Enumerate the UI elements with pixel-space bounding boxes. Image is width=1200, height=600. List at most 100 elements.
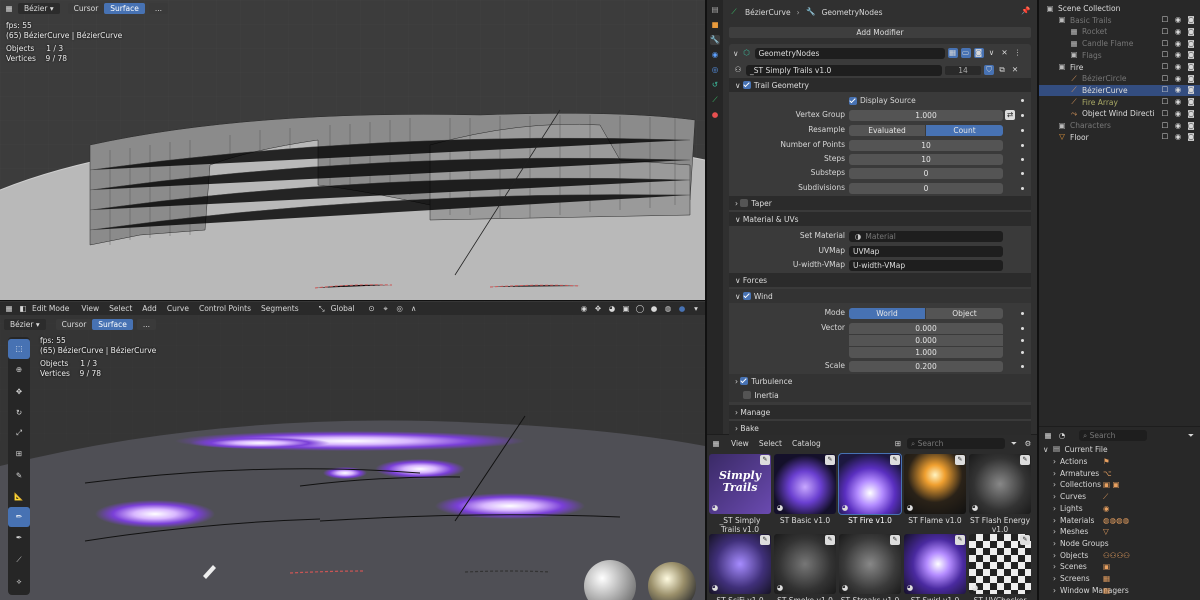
asset-tile-st-flash-energy[interactable]: ✎ ◕ ST Flash Energy v1.0 [969,454,1031,534]
outliner-row-object-floor[interactable]: ▽ Floor ☐ ◉ ◙ [1039,132,1200,143]
falloff-icon[interactable]: ∧ [409,304,419,314]
trail-geometry-panel[interactable]: ∨ Trail Geometry [729,78,1031,92]
outliner-row-object-wind-direction[interactable]: ⤳ Object Wind Directi ☐ ◉ ◙ [1039,108,1200,119]
eye-icon[interactable]: ◉ [1173,50,1183,60]
editor-type-icon[interactable]: ▦ [4,4,14,14]
keyframe-dot[interactable] [1021,114,1024,117]
inertia-panel[interactable]: Inertia [729,388,1031,402]
camera-icon[interactable]: ◙ [1186,97,1196,107]
rendered-shading-icon[interactable]: ● [677,304,687,314]
unlink-icon[interactable]: ✕ [1010,65,1020,75]
menu-curve[interactable]: Curve [167,304,189,313]
vector-z-field[interactable]: 1.000 [849,347,1003,358]
data-tab-icon[interactable]: ⟋ [710,95,720,105]
add-modifier-button[interactable]: Add Modifier [729,27,1031,38]
close-icon[interactable]: ✕ [1000,48,1010,58]
steps-field[interactable]: 10 [849,154,1003,165]
keyframe-dot[interactable] [1021,99,1024,102]
resample-evaluated-button[interactable]: Evaluated [849,125,925,136]
edit-asset-icon[interactable]: ✎ [760,455,770,465]
eye-icon[interactable]: ◉ [1173,27,1183,37]
camera-icon[interactable]: ◙ [1186,15,1196,25]
tool-tab-icon[interactable]: ▤ [710,5,720,15]
exclude-checkbox-icon[interactable]: ☐ [1160,50,1170,60]
data-row-materials[interactable]: › Materials ◍◍◍◍ [1039,515,1200,526]
data-row-node-groups[interactable]: › Node Groups [1039,538,1200,549]
forces-panel[interactable]: ∨ Forces [729,273,1031,287]
outliner-row-object-rocket[interactable]: ▦ Rocket ☐ ◉ ◙ [1039,26,1200,37]
data-row-collections[interactable]: › Collections ▣ ▣ [1039,479,1200,490]
more-button[interactable]: ... [148,3,169,14]
asset-tile-st-basic[interactable]: ✎ ◕ ST Basic v1.0 [774,454,836,525]
filter-icon[interactable]: ⏷ [1186,431,1196,441]
menu-select[interactable]: Select [759,439,782,448]
asset-tile-st-swirl[interactable]: ✎◕ST Swirl v1.0 [904,534,966,600]
keyframe-dot[interactable] [1021,351,1024,354]
eye-icon[interactable]: ◉ [1173,39,1183,49]
vertex-group-field[interactable]: 1.000 [849,110,1003,121]
material-tab-icon[interactable]: ● [710,110,720,120]
object-type-dropdown[interactable]: Bézier ▾ [18,3,60,14]
mode-world-button[interactable]: World [849,308,925,319]
outliner-row-object-candle-flame[interactable]: ▦ Candle Flame ☐ ◉ ◙ [1039,38,1200,49]
outliner-row-collection-basic-trails[interactable]: ▣ Basic Trails ☐ ◉ ◙ [1039,15,1200,26]
keyframe-dot[interactable] [1021,187,1024,190]
surface-tab[interactable]: Surface [104,3,145,14]
wireframe-shading-icon[interactable]: ◯ [635,304,645,314]
camera-icon[interactable]: ◙ [1186,109,1196,119]
data-row-meshes[interactable]: › Meshes ▽ [1039,526,1200,537]
surface-tab[interactable]: Surface [92,319,133,330]
mode-object-button[interactable]: Object [926,308,1003,319]
keyframe-dot[interactable] [1021,339,1024,342]
eye-icon[interactable]: ◉ [1173,109,1183,119]
exclude-checkbox-icon[interactable]: ☐ [1160,62,1170,72]
wind-checkbox[interactable] [742,292,751,300]
cursor-tab[interactable]: Cursor [67,3,105,14]
asset-tile-st-scifi[interactable]: ✎◕ST SciFi v1.0 [709,534,771,600]
visibility-icon[interactable]: ◉ [579,304,589,314]
camera-icon[interactable]: ◙ [1186,132,1196,142]
camera-icon[interactable]: ◙ [1186,85,1196,95]
collapse-chevron-icon[interactable]: ∨ [733,49,739,58]
edit-asset-icon[interactable]: ✎ [1020,535,1030,545]
dropdown-chevron-icon[interactable]: ∨ [987,48,997,58]
outliner-row-collection-characters[interactable]: ▣ Characters ☐ ◉ ◙ [1039,120,1200,131]
exclude-checkbox-icon[interactable]: ☐ [1160,74,1170,84]
keyframe-dot[interactable] [1021,172,1024,175]
keyframe-dot[interactable] [1021,158,1024,161]
points-field[interactable]: 10 [849,140,1003,151]
outliner-row-object-fire-array[interactable]: ⟋ Fire Array ☐ ◉ ◙ [1039,97,1200,108]
wind-panel[interactable]: ∨ Wind [729,289,1031,303]
physics-tab-icon[interactable]: ◎ [710,65,720,75]
subdivisions-field[interactable]: 0 [849,183,1003,194]
object-tab-icon[interactable]: ■ [710,20,720,30]
proportional-icon[interactable]: ◎ [395,304,405,314]
data-row-scenes[interactable]: › Scenes ▣ [1039,561,1200,572]
exclude-checkbox-icon[interactable]: ☐ [1160,85,1170,95]
turbulence-panel[interactable]: › Turbulence [729,374,1031,388]
tilt-icon[interactable]: ⟋ [8,549,30,571]
edit-asset-icon[interactable]: ✎ [825,535,835,545]
edit-asset-icon[interactable]: ✎ [1020,455,1030,465]
taper-panel[interactable]: › Taper [729,196,1031,210]
camera-icon[interactable]: ◙ [1186,50,1196,60]
draw-icon[interactable]: ✏ [8,507,30,527]
pin-icon[interactable]: 📌 [1021,6,1031,16]
filter-icon[interactable]: ⏷ [1009,439,1019,449]
scale-icon[interactable]: ⤢ [8,423,30,443]
overlay-icon[interactable]: ◕ [607,304,617,314]
mode-dropdown[interactable]: Edit Mode [32,304,69,313]
data-row-window-managers[interactable]: › Window Managers ▦ [1039,585,1200,596]
menu-select[interactable]: Select [109,304,132,313]
node-tree-icon[interactable]: ⚇ [733,65,743,75]
turbulence-checkbox[interactable] [740,377,749,385]
shading-options-icon[interactable]: ▾ [691,304,701,314]
cursor-icon[interactable]: ⊕ [8,359,30,381]
camera-icon[interactable]: ◙ [1186,121,1196,131]
drag-handle-icon[interactable]: ⋮ [1013,48,1023,58]
exclude-checkbox-icon[interactable]: ☐ [1160,109,1170,119]
exclude-checkbox-icon[interactable]: ☐ [1160,39,1170,49]
asset-tile-st-fire[interactable]: ✎ ◕ ST Fire v1.0 [838,453,902,525]
outliner-row-scene-collection[interactable]: ▣ Scene Collection [1039,3,1200,14]
keyframe-dot[interactable] [1021,144,1024,147]
